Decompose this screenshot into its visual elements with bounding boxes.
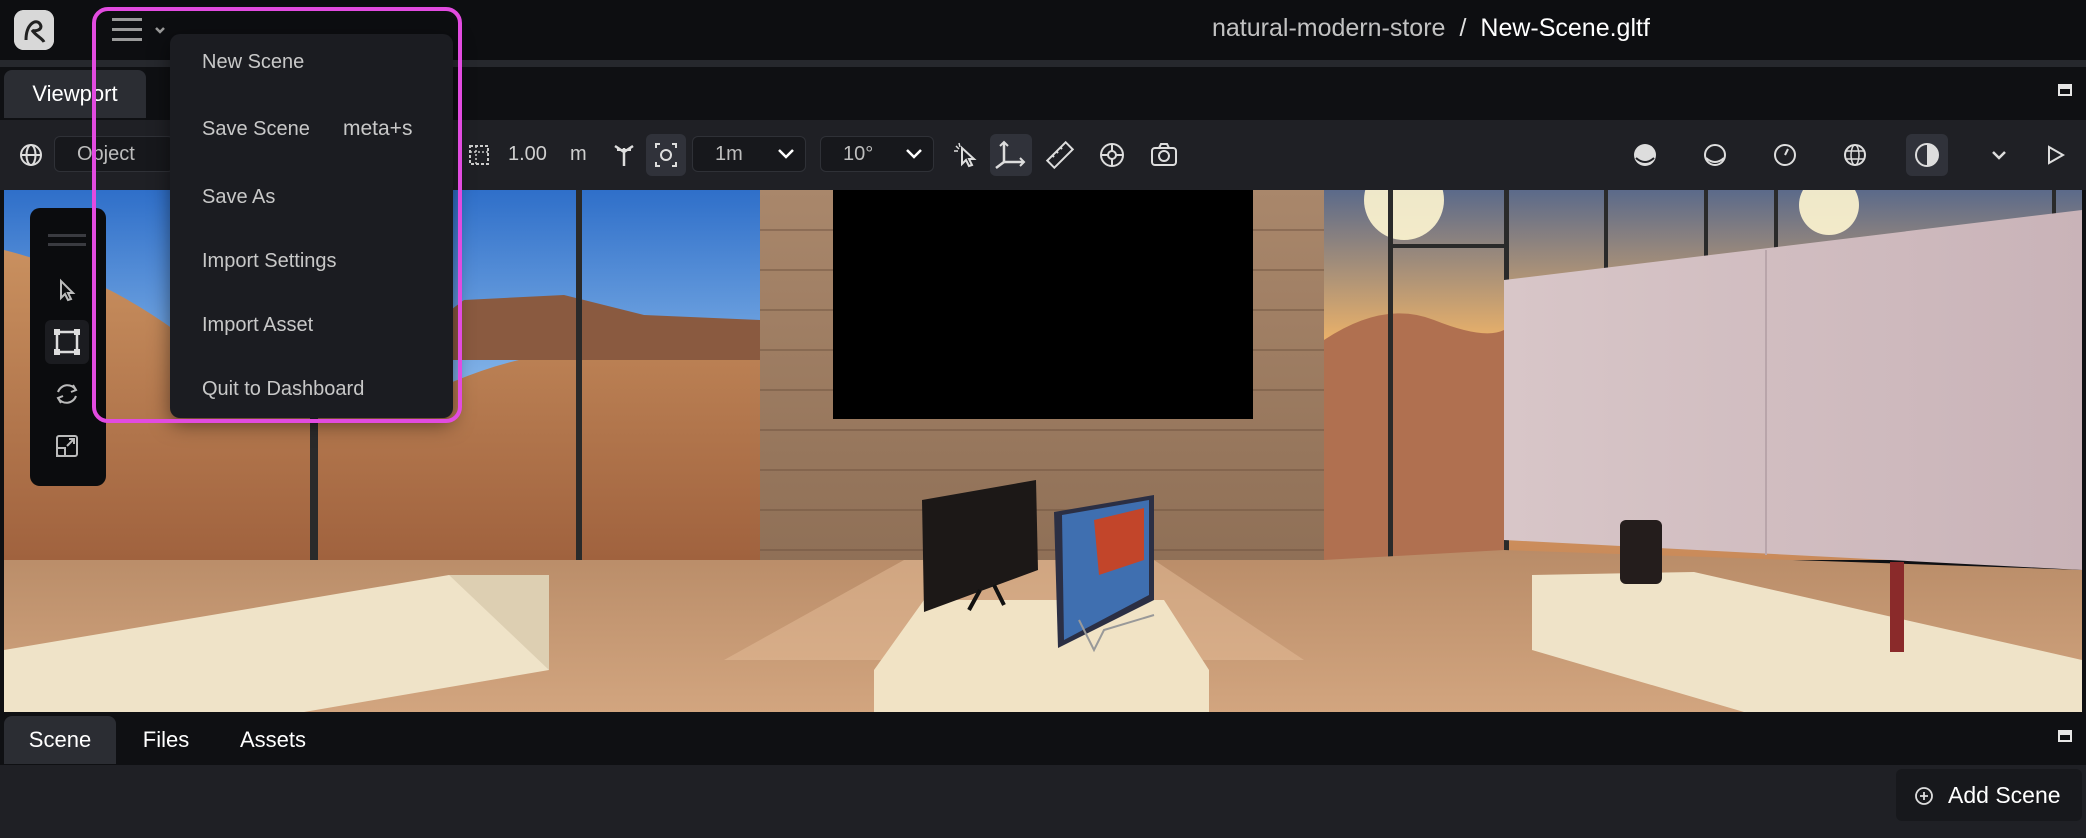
select-tool-icon[interactable]	[45, 268, 89, 312]
chevron-down-icon	[778, 149, 794, 159]
grid-size-value: 1m	[715, 143, 743, 165]
focus-selection-button[interactable]	[646, 134, 686, 176]
snap-grid-icon[interactable]	[462, 138, 496, 172]
tab-files[interactable]: Files	[128, 716, 204, 764]
snap-unit: m	[570, 143, 587, 165]
select-cursor-icon[interactable]	[950, 138, 984, 172]
render-mode-button[interactable]	[1906, 134, 1948, 176]
maximize-panel-icon[interactable]	[2058, 730, 2072, 742]
logo-icon	[14, 10, 54, 50]
file-name[interactable]: New-Scene.gltf	[1480, 14, 1650, 42]
drag-handle-icon[interactable]	[46, 232, 88, 250]
scale-tool-icon[interactable]	[45, 424, 89, 468]
breadcrumb-separator: /	[1459, 14, 1467, 42]
solid-shading-icon[interactable]	[1628, 138, 1662, 172]
transform-pivot-icon[interactable]	[607, 138, 641, 172]
wireframe-icon[interactable]	[1838, 138, 1872, 172]
move-tool-icon[interactable]	[45, 320, 89, 364]
material-shading-icon[interactable]	[1698, 138, 1732, 172]
app-logo[interactable]	[14, 10, 54, 50]
rotation-snap-value: 10°	[843, 143, 874, 165]
add-scene-button[interactable]: Add Scene	[1896, 769, 2082, 821]
highlight-box	[92, 7, 462, 423]
project-name[interactable]: natural-modern-store	[1212, 14, 1445, 42]
scene-panel	[0, 765, 2086, 838]
tab-assets[interactable]: Assets	[226, 716, 320, 764]
play-icon[interactable]	[2038, 138, 2072, 172]
chevron-down-icon[interactable]	[1982, 138, 2016, 172]
chevron-down-icon	[906, 149, 922, 159]
add-scene-label: Add Scene	[1948, 782, 2061, 808]
rotate-tool-icon[interactable]	[45, 372, 89, 416]
ruler-icon[interactable]	[1043, 138, 1077, 172]
breadcrumb: natural-modern-store / New-Scene.gltf	[1212, 14, 1650, 48]
tab-scene[interactable]: Scene	[4, 716, 116, 764]
globe-icon[interactable]	[14, 138, 48, 172]
physics-icon[interactable]	[1095, 138, 1129, 172]
axis-gizmo-button[interactable]	[990, 134, 1032, 176]
add-circle-icon	[1915, 787, 1933, 805]
lighting-shading-icon[interactable]	[1768, 138, 1802, 172]
rotation-snap-select[interactable]: 10°	[820, 136, 934, 172]
snap-value[interactable]: 1.00	[508, 143, 547, 166]
camera-icon[interactable]	[1147, 138, 1181, 172]
maximize-panel-icon[interactable]	[2058, 84, 2072, 96]
grid-size-select[interactable]: 1m	[692, 136, 806, 172]
